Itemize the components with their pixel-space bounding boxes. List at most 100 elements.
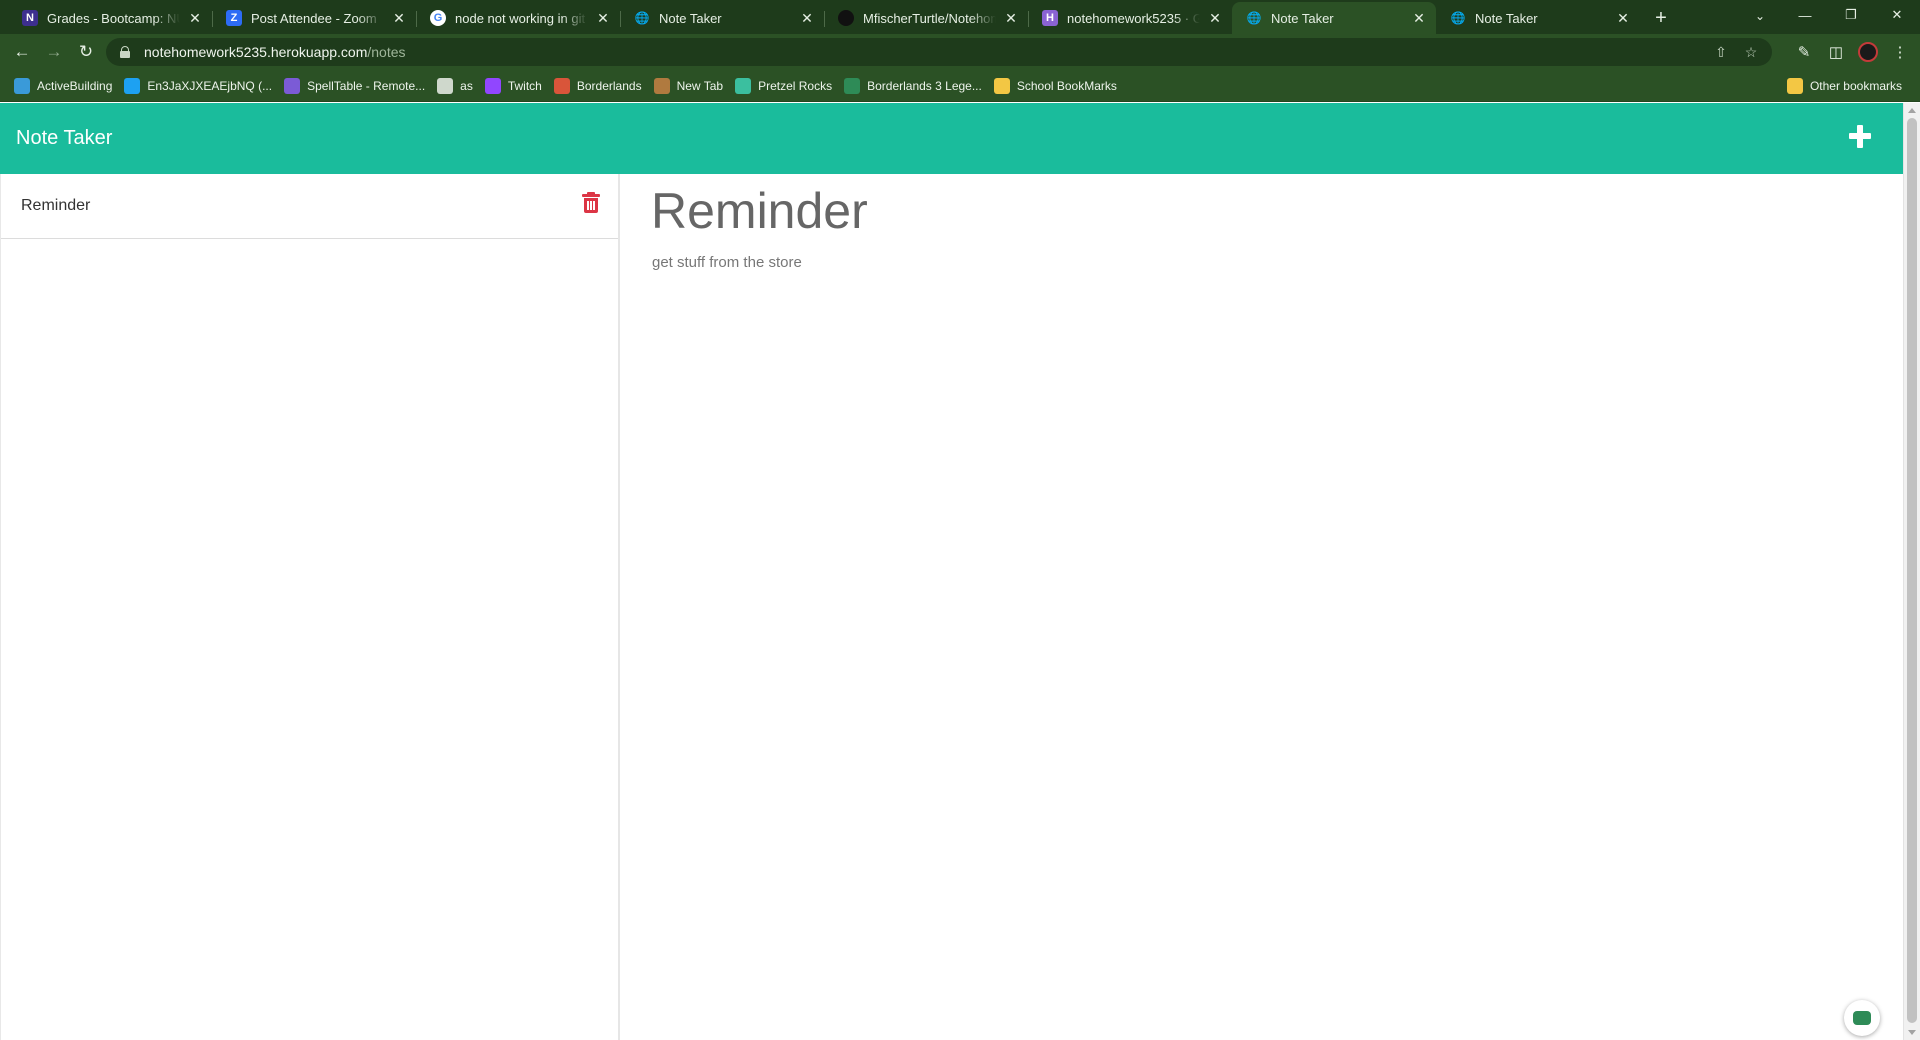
folder-icon — [1786, 78, 1803, 94]
bookmark-item[interactable]: Pretzel Rocks — [731, 73, 840, 99]
window-controls: — ❐ ✕ — [1782, 0, 1920, 30]
forward-icon[interactable]: → — [38, 38, 70, 66]
browser-tab[interactable]: 🌐 Note Taker ✕ — [1232, 2, 1436, 34]
bookmark-item[interactable]: Borderlands — [550, 73, 650, 99]
bookmark-label: En3JaXJXEAEjbNQ (... — [147, 78, 273, 93]
side-panel-icon[interactable]: ◫ — [1820, 38, 1852, 66]
tab-close-icon[interactable]: ✕ — [1002, 9, 1020, 27]
bookmark-label: School BookMarks — [1016, 78, 1117, 93]
tab-search-icon[interactable]: ⌄ — [1746, 2, 1774, 30]
address-bar-actions: ⇧ ☆ — [1706, 38, 1766, 66]
note-list: Reminder — [0, 174, 620, 1040]
note-title-field[interactable]: Reminder — [651, 182, 868, 240]
browser-tab[interactable]: MfischerTurtle/Notehomework ✕ — [824, 2, 1028, 34]
minimize-icon[interactable]: — — [1782, 0, 1828, 30]
restore-icon[interactable]: ❐ — [1828, 0, 1874, 30]
bookmark-item[interactable]: SpellTable - Remote... — [280, 73, 433, 99]
tab-close-icon[interactable]: ✕ — [594, 9, 612, 27]
browser-tab[interactable]: 🌐 Note Taker ✕ — [620, 2, 824, 34]
url-host: notehomework5235.herokuapp.com — [144, 44, 368, 60]
address-bar[interactable]: notehomework5235.herokuapp.com/notes ⇧ ☆ — [106, 38, 1772, 66]
tab-title: Note Taker — [659, 10, 722, 26]
other-bookmarks-label: Other bookmarks — [1809, 79, 1902, 93]
twitter-icon — [124, 77, 141, 94]
tab-favicon-icon: N — [22, 10, 38, 26]
tab-close-icon[interactable]: ✕ — [1410, 9, 1428, 27]
tab-close-icon[interactable]: ✕ — [1614, 9, 1632, 27]
bookmark-list: ActiveBuilding En3JaXJXEAEjbNQ (... SpellT… — [10, 73, 1125, 99]
delete-trash-icon[interactable] — [582, 192, 600, 214]
window-close-icon[interactable]: ✕ — [1874, 0, 1920, 30]
tab-favicon-icon: H — [1042, 10, 1058, 26]
avatar — [1858, 42, 1878, 62]
tab-favicon-icon: G — [430, 10, 446, 26]
browser-toolbar: ← → ↻ notehomework5235.herokuapp.com/not… — [0, 34, 1920, 70]
note-text-field[interactable]: get stuff from the store — [652, 254, 802, 271]
back-icon[interactable]: ← — [6, 38, 38, 66]
tab-favicon-icon: Z — [226, 10, 242, 26]
app-brand[interactable]: Note Taker — [16, 127, 112, 150]
bookmark-label: New Tab — [676, 78, 724, 93]
tab-title: MfischerTurtle/Notehomework — [863, 10, 996, 26]
bookmark-item[interactable]: New Tab — [650, 73, 731, 99]
tab-title: Note Taker — [1271, 10, 1334, 26]
tab-list: N Grades - Bootcamp: NU-VIRT ✕ Z Post Attend… — [0, 2, 1640, 34]
url-path: /notes — [367, 44, 406, 60]
globe-icon — [14, 77, 30, 94]
tab-favicon-icon — [838, 10, 854, 26]
browser-tab-strip: N Grades - Bootcamp: NU-VIRT ✕ Z Post Attend… — [0, 0, 1920, 34]
twitch-icon — [484, 77, 501, 94]
scroll-down-arrow-icon[interactable] — [1908, 1030, 1916, 1035]
tab-title: Post Attendee - Zoom — [251, 10, 377, 26]
note-list-item[interactable]: Reminder — [1, 174, 618, 239]
browser-tab[interactable]: 🌐 Note Taker ✕ — [1436, 2, 1640, 34]
folder-icon — [993, 77, 1010, 94]
browser-tab[interactable]: Hnotehomework5235 · GitHub ✕ — [1028, 2, 1232, 34]
scroll-thumb[interactable] — [1907, 118, 1917, 1023]
share-icon[interactable]: ⇧ — [1706, 38, 1736, 66]
profile-avatar[interactable] — [1852, 38, 1884, 66]
browser-tab[interactable]: Z Post Attendee - Zoom ✕ — [212, 2, 416, 34]
toolbar-actions: ✎ ◫ ⋮ — [1788, 38, 1916, 66]
bookmark-label: SpellTable - Remote... — [307, 78, 426, 93]
other-bookmarks-folder[interactable]: Other bookmarks — [1783, 73, 1910, 99]
browser-tab[interactable]: Gnode not working in git bash ✕ — [416, 2, 620, 34]
new-note-plus-icon[interactable] — [1846, 123, 1874, 151]
borderlands-legendary-icon — [844, 77, 861, 94]
menu-kebab-icon[interactable]: ⋮ — [1884, 38, 1916, 66]
bookmark-item[interactable]: ActiveBuilding — [10, 73, 120, 99]
assistant-bubble-icon[interactable] — [1844, 1000, 1880, 1036]
spelltable-icon — [284, 77, 301, 94]
browser-tab[interactable]: N Grades - Bootcamp: NU-VIRT ✕ — [8, 2, 212, 34]
reload-icon[interactable]: ↻ — [70, 38, 102, 66]
web-page: Note Taker Reminder Reminder get stuff f… — [0, 103, 1920, 1040]
bookmark-item[interactable]: En3JaXJXEAEjbNQ (... — [120, 73, 280, 99]
bookmark-item[interactable]: as — [433, 73, 481, 99]
bookmark-label: ActiveBuilding — [37, 78, 113, 93]
tab-title: notehomework5235 · GitHub — [1067, 10, 1200, 26]
bookmark-item[interactable]: School BookMarks — [990, 73, 1125, 99]
tab-title: node not working in git bash — [455, 10, 588, 26]
tab-close-icon[interactable]: ✕ — [1206, 9, 1224, 27]
tab-close-icon[interactable]: ✕ — [798, 9, 816, 27]
borderlands-icon — [553, 77, 570, 94]
bookmark-star-icon[interactable]: ☆ — [1736, 38, 1766, 66]
page-scrollbar[interactable] — [1903, 103, 1920, 1040]
note-list-item-title: Reminder — [21, 197, 91, 214]
globe-icon — [437, 77, 454, 94]
bookmark-item[interactable]: Borderlands 3 Lege... — [840, 73, 990, 99]
extensions-icon[interactable]: ✎ — [1788, 38, 1820, 66]
tab-close-icon[interactable]: ✕ — [186, 9, 204, 27]
bookmark-item[interactable]: Twitch — [481, 73, 550, 99]
new-tab-button[interactable]: + — [1646, 2, 1676, 34]
newtab-icon — [653, 77, 670, 94]
tab-favicon-icon: 🌐 — [634, 11, 650, 25]
bookmarks-bar: ActiveBuilding En3JaXJXEAEjbNQ (... SpellT… — [0, 70, 1920, 102]
tab-title: Grades - Bootcamp: NU-VIRT — [47, 10, 180, 26]
bookmark-label: as — [460, 78, 473, 93]
tab-close-icon[interactable]: ✕ — [390, 9, 408, 27]
note-editor: Reminder get stuff from the store — [622, 174, 1903, 1040]
tab-title: Note Taker — [1475, 10, 1538, 26]
lock-icon[interactable] — [120, 46, 130, 58]
scroll-up-arrow-icon[interactable] — [1908, 108, 1916, 113]
